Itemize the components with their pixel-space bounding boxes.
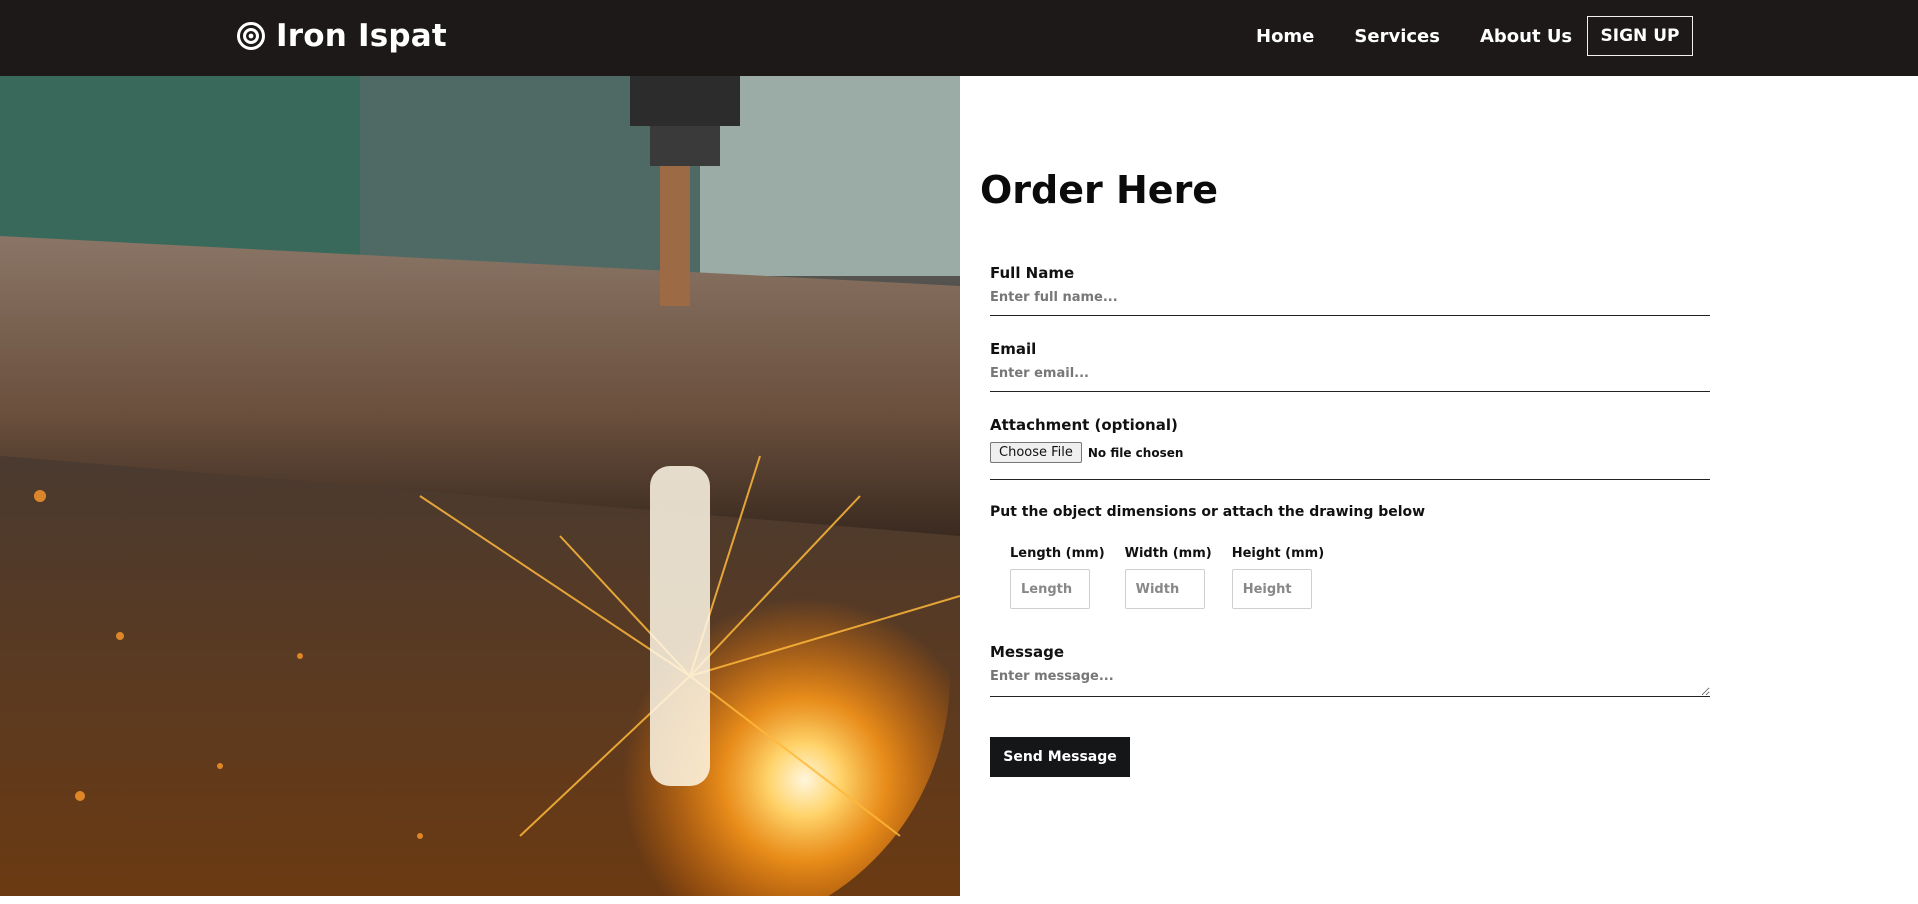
metal-cutting-sparks-image [0,76,960,896]
message-group: Message [990,643,1710,697]
width-label: Width (mm) [1124,546,1212,561]
full-name-group: Full Name [990,264,1710,316]
length-group: Length (mm) [1010,546,1105,609]
email-label: Email [990,340,1037,358]
dimensions-hint: Put the object dimensions or attach the … [990,504,1426,520]
send-message-button[interactable]: Send Message [990,737,1130,777]
height-label: Height (mm) [1231,546,1325,561]
nav-home[interactable]: Home [1256,24,1314,50]
target-icon [237,22,265,50]
file-status: No file chosen [1087,445,1184,460]
width-input[interactable] [1124,569,1205,609]
order-form: Full Name Email Attachment (optional) Ch… [990,264,1710,777]
message-textarea[interactable] [990,661,1710,697]
length-input[interactable] [1010,569,1090,609]
height-input[interactable] [1231,569,1312,609]
full-name-label: Full Name [990,264,1075,282]
nav-about-us[interactable]: About Us [1480,24,1572,50]
height-group: Height (mm) [1231,546,1325,609]
attachment-label: Attachment (optional) [990,416,1178,434]
brand-name: Iron Ispat [276,18,447,54]
attachment-group: Attachment (optional) Choose File No fil… [990,416,1710,480]
width-group: Width (mm) [1124,546,1212,609]
attachment-field: Choose File No file chosen [990,434,1710,480]
choose-file-button[interactable]: Choose File [990,442,1082,463]
top-navbar: Iron Ispat Home Services About Us SIGN U… [0,0,1918,76]
length-label: Length (mm) [1010,546,1105,561]
email-group: Email [990,340,1710,392]
signup-button[interactable]: SIGN UP [1587,16,1693,56]
brand-logo[interactable]: Iron Ispat [236,16,447,56]
full-name-input[interactable] [990,282,1710,316]
page-title: Order Here [980,168,1219,212]
main-nav: Home Services About Us [1256,24,1572,50]
nav-services[interactable]: Services [1354,24,1440,50]
dimensions-row: Length (mm) Width (mm) Height (mm) [990,546,1710,609]
message-label: Message [990,643,1064,661]
email-input[interactable] [990,358,1710,392]
